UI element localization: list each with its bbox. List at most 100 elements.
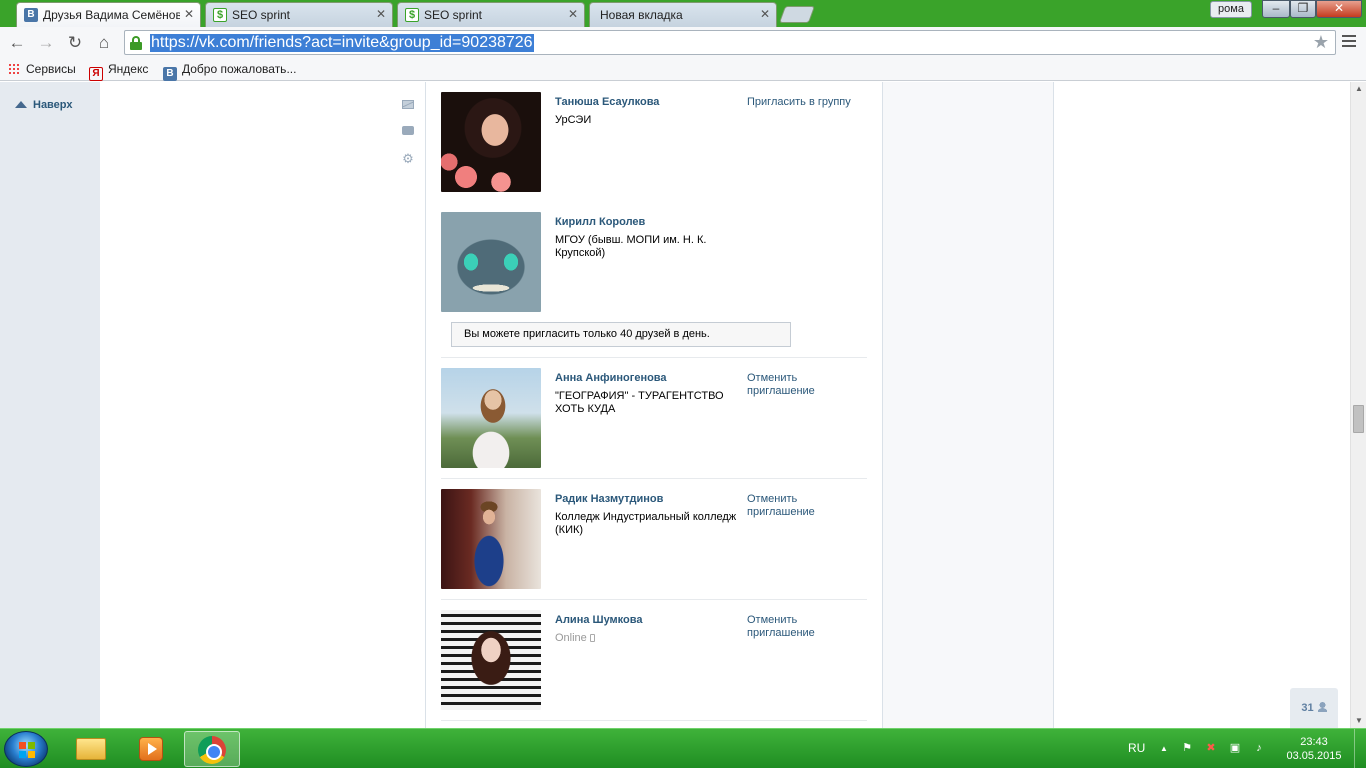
- friend-name[interactable]: Танюша Есаулкова: [555, 96, 659, 108]
- friend-name[interactable]: Алина Шумкова: [555, 614, 643, 626]
- windows-taskbar: RU ▲ ⚑ ✖ ▣ ♪ 23:43 03.05.2015: [0, 728, 1366, 768]
- bookmark-apps[interactable]: Сервисы: [8, 62, 76, 76]
- volume-icon[interactable]: ♪: [1252, 742, 1266, 755]
- scrollbar-thumb[interactable]: [1353, 405, 1364, 433]
- invite-limit-notice: Вы можете пригласить только 40 друзей в …: [451, 322, 791, 347]
- arrow-up-icon: [15, 101, 27, 108]
- tab-title: Друзья Вадима Семёнова: [43, 8, 180, 22]
- tab-seo-sprint-2[interactable]: $ SEO sprint ✕: [397, 2, 585, 27]
- tab-vk-friends[interactable]: B Друзья Вадима Семёнова ✕: [16, 2, 201, 27]
- bookmark-label: Яндекс: [108, 62, 149, 76]
- window-close-button[interactable]: ✕: [1316, 0, 1362, 18]
- cancel-invite-link[interactable]: Отменить приглашение: [747, 372, 862, 398]
- url-text[interactable]: https://vk.com/friends?act=invite&group_…: [150, 34, 534, 52]
- windows-logo-icon: [19, 742, 35, 758]
- friend-name[interactable]: Радик Назмутдинов: [555, 493, 663, 505]
- bookmark-star-icon[interactable]: ★: [1313, 32, 1329, 53]
- divider: [441, 720, 867, 721]
- show-desktop-button[interactable]: [1354, 729, 1366, 768]
- taskbar-chrome[interactable]: [184, 731, 240, 767]
- back-arrow-icon[interactable]: ←: [6, 32, 28, 54]
- home-icon[interactable]: ⌂: [93, 32, 115, 54]
- online-count: 31: [1301, 702, 1314, 714]
- divider: [441, 599, 867, 600]
- clock-time: 23:43: [1300, 736, 1328, 748]
- flag-alert-icon[interactable]: ⚑: [1180, 742, 1194, 755]
- language-indicator[interactable]: RU: [1128, 741, 1145, 755]
- close-icon[interactable]: ✕: [568, 7, 578, 21]
- chrome-menu-icon[interactable]: [1342, 35, 1356, 49]
- online-status: Online: [555, 632, 740, 645]
- page-scrollbar[interactable]: ▲ ▼: [1350, 82, 1366, 728]
- divider: [441, 357, 867, 358]
- browser-toolbar: ← → ↻ ⌂ https://vk.com/friends?act=invit…: [0, 27, 1366, 59]
- online-friends-counter[interactable]: 31: [1290, 688, 1338, 728]
- scroll-up-arrow-icon[interactable]: ▲: [1351, 82, 1366, 96]
- tab-seo-sprint-1[interactable]: $ SEO sprint ✕: [205, 2, 393, 27]
- close-icon[interactable]: ✕: [376, 7, 386, 21]
- tray-expand-icon[interactable]: ▲: [1157, 742, 1171, 755]
- bookmark-vk-welcome[interactable]: B Добро пожаловать...: [163, 62, 296, 81]
- friend-name[interactable]: Кирилл Королев: [555, 216, 645, 228]
- mail-icon[interactable]: [402, 100, 414, 109]
- avatar[interactable]: [441, 489, 541, 589]
- scroll-to-top-link[interactable]: Наверх: [15, 99, 73, 111]
- right-sidebar: [883, 82, 1054, 728]
- network-icon[interactable]: ▣: [1228, 742, 1242, 755]
- scroll-up-label: Наверх: [33, 99, 73, 111]
- avatar[interactable]: [441, 368, 541, 468]
- avatar[interactable]: [441, 212, 541, 312]
- system-clock[interactable]: 23:43 03.05.2015: [1283, 735, 1345, 763]
- reload-icon[interactable]: ↻: [64, 32, 86, 54]
- taskbar-explorer[interactable]: [62, 731, 118, 767]
- friends-list: Танюша Есаулкова УрСЭИ Пригласить в груп…: [425, 82, 883, 728]
- vk-page: Наверх ⚙ Танюша Есаулкова УрСЭИ Пригласи…: [0, 82, 1350, 728]
- invite-to-group-link[interactable]: Пригласить в группу: [747, 96, 862, 109]
- vk-icon: B: [163, 67, 177, 81]
- scroll-up-gutter[interactable]: Наверх: [0, 82, 100, 728]
- list-item: Алина Шумкова Online Отменить приглашени…: [441, 610, 867, 721]
- media-player-icon: [139, 737, 163, 761]
- bookmarks-bar: Сервисы Я Яндекс B Добро пожаловать...: [0, 59, 1366, 81]
- bookmark-label: Добро пожаловать...: [182, 62, 297, 76]
- yandex-icon: Я: [89, 67, 103, 81]
- new-tab-button[interactable]: [778, 6, 816, 23]
- tab-title: SEO sprint: [232, 8, 291, 22]
- profile-badge[interactable]: рома: [1210, 1, 1252, 18]
- tab-new-tab[interactable]: Новая вкладка ✕: [589, 2, 777, 27]
- friend-info: МГОУ (бывш. МОПИ им. Н. К. Крупской): [555, 234, 707, 259]
- minimize-button[interactable]: –: [1262, 0, 1290, 18]
- clock-date: 03.05.2015: [1286, 750, 1342, 762]
- cancel-invite-link[interactable]: Отменить приглашение: [747, 614, 862, 640]
- gear-icon[interactable]: ⚙: [402, 152, 414, 165]
- seo-sprint-icon: $: [213, 8, 227, 22]
- tab-title: SEO sprint: [424, 8, 483, 22]
- start-button[interactable]: [4, 731, 48, 767]
- close-icon[interactable]: ✕: [760, 7, 770, 21]
- apps-icon: [8, 63, 20, 75]
- forward-arrow-icon[interactable]: →: [35, 32, 57, 54]
- friend-name[interactable]: Анна Анфиногенова: [555, 372, 667, 384]
- bookmark-label: Сервисы: [26, 62, 76, 76]
- divider: [441, 478, 867, 479]
- maximize-button[interactable]: ❐: [1290, 0, 1316, 18]
- friend-info: УрСЭИ: [555, 114, 592, 126]
- scroll-down-arrow-icon[interactable]: ▼: [1351, 714, 1366, 728]
- mobile-icon: [589, 634, 595, 642]
- avatar[interactable]: [441, 610, 541, 710]
- taskbar-media-player[interactable]: [122, 731, 178, 767]
- chrome-icon: [198, 736, 226, 764]
- list-item: Анна Анфиногенова "ГЕОГРАФИЯ" - ТУРАГЕНТ…: [441, 368, 867, 479]
- cancel-invite-link[interactable]: Отменить приглашение: [747, 493, 862, 519]
- lock-icon: [130, 36, 142, 50]
- error-icon[interactable]: ✖: [1204, 742, 1218, 755]
- list-item: Радик Назмутдинов Колледж Индустриальный…: [441, 489, 867, 600]
- browser-tab-strip: B Друзья Вадима Семёнова ✕ $ SEO sprint …: [0, 0, 1366, 27]
- address-bar[interactable]: https://vk.com/friends?act=invite&group_…: [124, 30, 1336, 55]
- seo-sprint-icon: $: [405, 8, 419, 22]
- bookmark-yandex[interactable]: Я Яндекс: [89, 62, 148, 81]
- avatar[interactable]: [441, 92, 541, 192]
- close-icon[interactable]: ✕: [184, 7, 194, 21]
- vk-icon: B: [24, 8, 38, 22]
- chat-icon[interactable]: [402, 126, 414, 135]
